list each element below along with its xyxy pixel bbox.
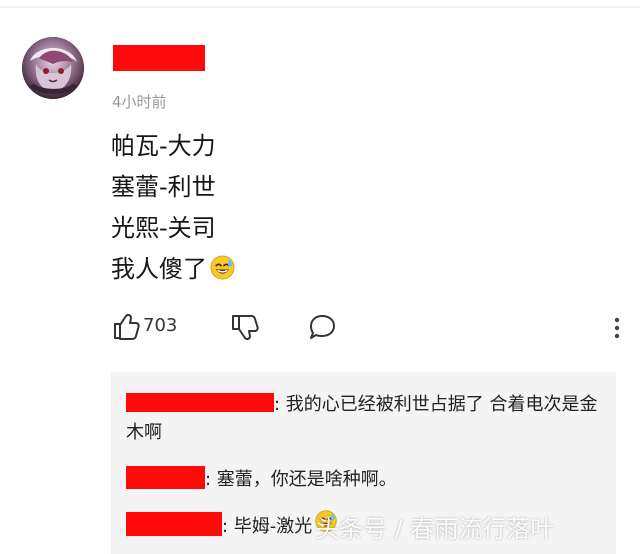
avatar-image [22, 37, 84, 99]
comment-screen: 4小时前 帕瓦-大力 塞蕾-利世 光熙-关司 我人傻了 703: 我的心已经被… [0, 0, 640, 554]
like-count: 703 [143, 315, 178, 336]
dislike-button[interactable] [230, 312, 260, 342]
reply-author-redacted[interactable] [126, 512, 222, 536]
comment-line: 光熙-关司 [111, 214, 216, 242]
more-vertical-icon [614, 317, 620, 339]
reply-item[interactable]: : 毕姆-激光 [126, 509, 341, 541]
watermark: 头条号 / 春雨流行落叶 [315, 515, 555, 543]
reply-item[interactable]: : 塞蕾，你还是啥种啊。 [126, 466, 397, 494]
comment-timestamp: 4小时前 [112, 93, 167, 111]
avatar[interactable] [22, 37, 84, 99]
reply-author-redacted[interactable] [126, 466, 205, 489]
reply-item[interactable]: : 我的心已经被利世占据了 合着电次是金木啊 [126, 391, 606, 447]
more-options-button[interactable] [608, 316, 626, 340]
like-button[interactable] [111, 311, 141, 341]
reply-button[interactable] [306, 312, 338, 342]
thumbs-up-icon [114, 313, 140, 340]
reply-text: : 毕姆-激光 [222, 516, 313, 537]
reply-author-redacted[interactable] [126, 393, 274, 412]
comment-line-text: 我人傻了 [111, 255, 207, 283]
comment-line: 我人傻了 [111, 249, 236, 290]
top-divider [0, 6, 640, 8]
comment-line: 帕瓦-大力 [111, 132, 216, 160]
username-redacted[interactable] [113, 45, 205, 71]
thumbs-down-icon [232, 315, 259, 341]
comment-line: 塞蕾-利世 [111, 173, 216, 201]
reply-text: : 塞蕾，你还是啥种啊。 [205, 469, 397, 490]
comment-body: 帕瓦-大力 塞蕾-利世 光熙-关司 我人傻了 [111, 126, 236, 290]
comment-bubble-icon [310, 315, 335, 339]
sweat-smile-emoji-icon [209, 254, 236, 281]
